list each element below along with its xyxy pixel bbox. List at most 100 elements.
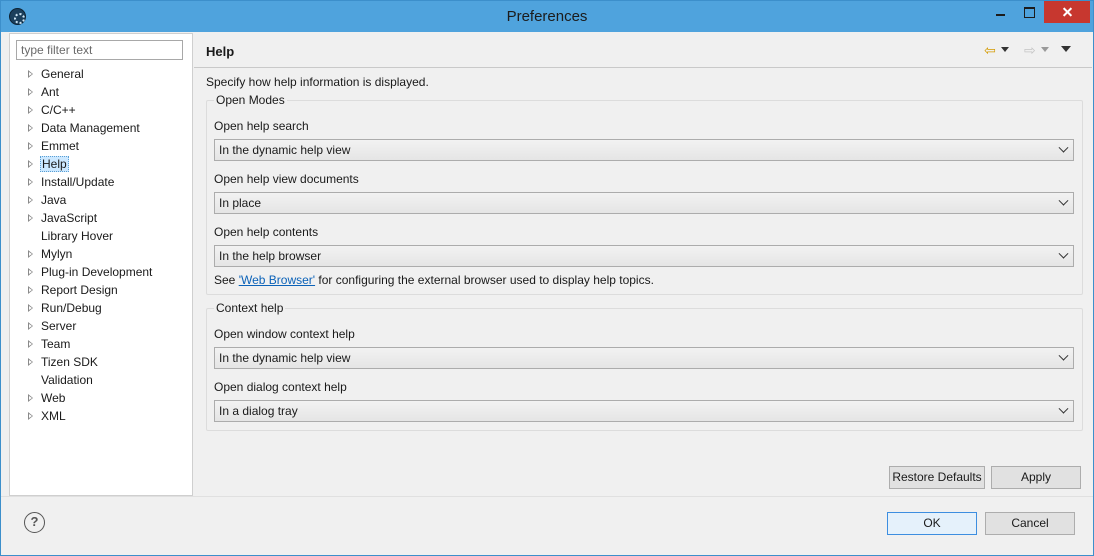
- expand-arrow-icon[interactable]: [28, 286, 33, 294]
- help-search-label: Open help search: [214, 119, 309, 133]
- tree-item-label: Web: [41, 391, 66, 405]
- expand-arrow-icon[interactable]: [28, 394, 33, 402]
- tree-item[interactable]: Report Design: [10, 281, 190, 299]
- tree-item-label: Help: [40, 156, 69, 172]
- forward-arrow-icon[interactable]: ⇨: [1024, 42, 1036, 58]
- tree-item-label: Ant: [41, 85, 60, 99]
- expand-arrow-icon[interactable]: [28, 142, 33, 150]
- page-description: Specify how help information is displaye…: [206, 75, 429, 89]
- tree-item-label: XML: [41, 409, 66, 423]
- expand-arrow-icon[interactable]: [28, 70, 33, 78]
- tree-item-label: JavaScript: [41, 211, 98, 225]
- help-documents-select[interactable]: In place: [214, 192, 1074, 214]
- tree-item[interactable]: XML: [10, 407, 190, 425]
- restore-defaults-button[interactable]: Restore Defaults: [889, 466, 985, 489]
- web-browser-link[interactable]: 'Web Browser': [239, 273, 315, 287]
- note-prefix: See: [214, 273, 239, 287]
- chevron-down-icon: [1058, 195, 1069, 206]
- tree-item-label: Data Management: [41, 121, 140, 135]
- dialog-context-help-label: Open dialog context help: [214, 380, 347, 394]
- tree-item[interactable]: Run/Debug: [10, 299, 190, 317]
- tree-item-label: Server: [41, 319, 77, 333]
- help-contents-select[interactable]: In the help browser: [214, 245, 1074, 267]
- help-icon[interactable]: ?: [24, 512, 45, 533]
- tree-item[interactable]: Web: [10, 389, 190, 407]
- tree-item[interactable]: Install/Update: [10, 173, 190, 191]
- expand-arrow-icon[interactable]: [28, 214, 33, 222]
- tree-item-label: Report Design: [41, 283, 118, 297]
- help-documents-value: In place: [219, 196, 262, 210]
- help-search-value: In the dynamic help view: [219, 143, 351, 157]
- context-help-group: Context help Open window context help In…: [206, 301, 1083, 431]
- expand-arrow-icon[interactable]: [28, 250, 33, 258]
- expand-arrow-icon[interactable]: [28, 196, 33, 204]
- dialog-context-help-value: In a dialog tray: [219, 404, 298, 418]
- tree-item-label: C/C++: [41, 103, 76, 117]
- expand-arrow-icon[interactable]: [28, 340, 33, 348]
- chevron-down-icon: [1058, 248, 1069, 259]
- title-bar: Preferences: [1, 1, 1093, 32]
- preferences-window: Preferences General Ant C/C++ Data Manageme…: [0, 0, 1094, 556]
- tree-item[interactable]: Server: [10, 317, 190, 335]
- expand-arrow-icon[interactable]: [28, 304, 33, 312]
- tree-item-label: Validation: [41, 373, 93, 387]
- expand-arrow-icon[interactable]: [28, 268, 33, 276]
- expand-arrow-icon[interactable]: [28, 322, 33, 330]
- expand-arrow-icon[interactable]: [28, 106, 33, 114]
- preferences-tree-panel: General Ant C/C++ Data Management Emmet Help I…: [9, 33, 193, 496]
- open-modes-group: Open Modes Open help search In the dynam…: [206, 93, 1083, 295]
- tree-item[interactable]: Mylyn: [10, 245, 190, 263]
- window-context-help-value: In the dynamic help view: [219, 351, 351, 365]
- tree-item[interactable]: Data Management: [10, 119, 190, 137]
- close-button[interactable]: [1044, 1, 1090, 23]
- tree-item[interactable]: Validation: [10, 371, 190, 389]
- tree-item[interactable]: C/C++: [10, 101, 190, 119]
- chevron-down-icon: [1058, 403, 1069, 414]
- expand-arrow-icon[interactable]: [28, 160, 33, 168]
- tree-item[interactable]: Emmet: [10, 137, 190, 155]
- preferences-tree: General Ant C/C++ Data Management Emmet Help I…: [10, 65, 190, 425]
- forward-history-dropdown-icon[interactable]: [1041, 47, 1049, 52]
- tree-item[interactable]: Team: [10, 335, 190, 353]
- filter-input[interactable]: [16, 40, 183, 60]
- chevron-down-icon: [1058, 350, 1069, 361]
- help-contents-value: In the help browser: [219, 249, 322, 263]
- view-menu-icon[interactable]: [1061, 46, 1071, 52]
- expand-arrow-icon[interactable]: [28, 412, 33, 420]
- title-separator: [194, 67, 1092, 68]
- tree-item[interactable]: General: [10, 65, 190, 83]
- tree-item[interactable]: Java: [10, 191, 190, 209]
- back-arrow-icon[interactable]: ⇦: [984, 42, 996, 58]
- page-title: Help: [206, 44, 235, 59]
- window-title: Preferences: [506, 8, 588, 25]
- expand-arrow-icon[interactable]: [28, 178, 33, 186]
- dialog-context-help-select[interactable]: In a dialog tray: [214, 400, 1074, 422]
- back-history-dropdown-icon[interactable]: [1001, 47, 1009, 52]
- tree-item[interactable]: Plug-in Development: [10, 263, 190, 281]
- expand-arrow-icon[interactable]: [28, 124, 33, 132]
- help-documents-label: Open help view documents: [214, 172, 359, 186]
- footer-separator: [1, 496, 1093, 497]
- tree-item[interactable]: Library Hover: [10, 227, 190, 245]
- window-context-help-select[interactable]: In the dynamic help view: [214, 347, 1074, 369]
- tree-item[interactable]: Help: [10, 155, 190, 173]
- tree-item-label: Tizen SDK: [41, 355, 98, 369]
- help-search-select[interactable]: In the dynamic help view: [214, 139, 1074, 161]
- ok-button[interactable]: OK: [887, 512, 977, 535]
- preference-page: Help ⇦ ⇨ Specify how help information is…: [194, 33, 1092, 496]
- open-modes-title: Open Modes: [214, 93, 287, 107]
- tree-item[interactable]: Ant: [10, 83, 190, 101]
- tree-item-label: Team: [41, 337, 71, 351]
- tree-item-label: Plug-in Development: [41, 265, 153, 279]
- expand-arrow-icon[interactable]: [28, 358, 33, 366]
- cancel-button[interactable]: Cancel: [985, 512, 1075, 535]
- tree-item[interactable]: JavaScript: [10, 209, 190, 227]
- tree-item-label: Java: [41, 193, 67, 207]
- tree-item-label: Install/Update: [41, 175, 115, 189]
- expand-arrow-icon[interactable]: [28, 88, 33, 96]
- tree-item[interactable]: Tizen SDK: [10, 353, 190, 371]
- apply-button[interactable]: Apply: [991, 466, 1081, 489]
- maximize-button[interactable]: [1015, 1, 1043, 23]
- minimize-button[interactable]: [986, 1, 1014, 23]
- tree-item-label: Run/Debug: [41, 301, 102, 315]
